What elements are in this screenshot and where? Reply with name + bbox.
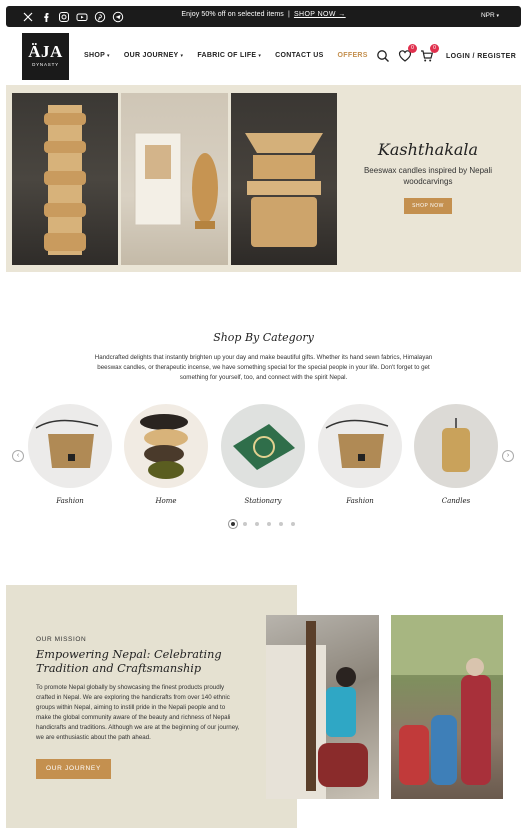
category-image-bag <box>28 404 112 488</box>
currency-label: NPR <box>480 12 495 19</box>
promo-shop-now-link[interactable]: SHOP NOW → <box>294 11 346 18</box>
hero-content: Kashthakala Beeswax candles inspired by … <box>347 140 509 214</box>
cart-count-badge: 0 <box>430 44 439 53</box>
nav-item-label: FABRIC OF LIFE <box>197 52 257 59</box>
category-label: Stationary <box>244 497 282 505</box>
hero-photo-stacked-candle <box>12 93 118 265</box>
category-description: Handcrafted delights that instantly brig… <box>94 354 433 381</box>
category-image-candle <box>414 404 498 488</box>
hero-title: Kashthakala <box>377 140 479 159</box>
pagination-dot[interactable] <box>231 522 235 526</box>
pagination-dot[interactable] <box>267 522 271 526</box>
pagination-dot[interactable] <box>279 522 283 526</box>
announcement-bar: Enjoy 50% off on selected items | SHOP N… <box>6 6 521 27</box>
chevron-down-icon: ▾ <box>107 52 110 59</box>
category-label: Home <box>155 497 177 505</box>
currency-selector[interactable]: NPR ▾ <box>481 12 499 19</box>
login-register-link[interactable]: LOGIN / REGISTER <box>446 53 516 60</box>
mission-section: OUR MISSION Empowering Nepal: Celebratin… <box>6 585 297 828</box>
cart-button[interactable]: 0 <box>420 44 439 63</box>
nav-item-label: OFFERS <box>337 52 368 59</box>
nav-item-our-journey[interactable]: OUR JOURNEY ▾ <box>124 52 183 59</box>
mission-body: To promote Nepal globally by showcasing … <box>36 684 240 741</box>
chevron-down-icon: ▾ <box>180 52 184 59</box>
carousel-prev-button[interactable]: ‹ <box>12 450 24 462</box>
hero-photo-gift-box <box>121 93 228 265</box>
mission-title: Empowering Nepal: Celebrating Tradition … <box>36 648 222 675</box>
promo-message: Enjoy 50% off on selected items | SHOP N… <box>6 11 521 18</box>
nav-item-label: OUR JOURNEY <box>123 52 179 59</box>
search-icon[interactable] <box>376 49 390 63</box>
nav-item-fabric-of-life[interactable]: FABRIC OF LIFE ▾ <box>197 52 261 59</box>
site-logo[interactable]: ÄJA DYNASTY <box>22 33 69 80</box>
category-card-fashion[interactable]: Fashion <box>28 404 112 505</box>
our-journey-button[interactable]: OUR JOURNEY <box>36 759 111 779</box>
category-label: Candles <box>441 497 471 505</box>
main-navigation: SHOP ▾ OUR JOURNEY ▾ FABRIC OF LIFE ▾ CONTA… <box>84 52 368 59</box>
category-card-stationary[interactable]: Stationary <box>221 404 305 505</box>
category-card-candles[interactable]: Candles <box>414 404 498 505</box>
nav-item-label: SHOP <box>84 52 106 59</box>
category-card-home[interactable]: Home <box>124 404 208 505</box>
nav-item-offers[interactable]: OFFERS <box>338 52 368 59</box>
header-actions: 0 0 LOGIN / REGISTER <box>376 44 516 63</box>
pagination-dot[interactable] <box>291 522 295 526</box>
mission-photo-villagers <box>391 615 503 799</box>
logo-wordmark: ÄJA <box>28 42 63 61</box>
chevron-left-icon: ‹ <box>16 452 20 459</box>
wishlist-count-badge: 0 <box>408 44 417 53</box>
mission-photo-weaver <box>266 615 379 799</box>
pagination-dot[interactable] <box>255 522 259 526</box>
promo-text: Enjoy 50% off on selected items <box>181 11 284 18</box>
nav-item-shop[interactable]: SHOP ▾ <box>84 52 110 59</box>
category-image-bowls <box>124 404 208 488</box>
category-label: Fashion <box>346 497 374 505</box>
chevron-down-icon: ▾ <box>496 13 499 19</box>
carousel-pagination <box>231 522 295 526</box>
category-image-notebook <box>221 404 305 488</box>
category-card-fashion[interactable]: Fashion <box>318 404 402 505</box>
hero-subtitle: Beeswax candles inspired by Nepali woodc… <box>363 166 493 186</box>
nav-item-contact-us[interactable]: CONTACT US <box>275 52 323 59</box>
wishlist-button[interactable]: 0 <box>398 44 417 63</box>
chevron-down-icon: ▾ <box>258 52 262 59</box>
category-label: Fashion <box>56 497 84 505</box>
chevron-right-icon: › <box>506 452 510 459</box>
hero-banner: Kashthakala Beeswax candles inspired by … <box>6 85 521 272</box>
nav-item-label: CONTACT US <box>275 52 324 59</box>
site-header: ÄJA DYNASTY SHOP ▾ OUR JOURNEY ▾ FABRIC OF… <box>6 27 521 85</box>
category-image-bag <box>318 404 402 488</box>
hero-shop-now-button[interactable]: SHOP NOW <box>404 198 452 214</box>
carousel-next-button[interactable]: › <box>502 450 514 462</box>
hero-photo-carved-candle <box>231 93 337 265</box>
category-section-title: Shop By Category <box>213 331 314 344</box>
pagination-dot[interactable] <box>243 522 247 526</box>
logo-tagline: DYNASTY <box>32 62 59 67</box>
mission-eyebrow: OUR MISSION <box>36 636 87 643</box>
promo-separator: | <box>287 11 290 18</box>
